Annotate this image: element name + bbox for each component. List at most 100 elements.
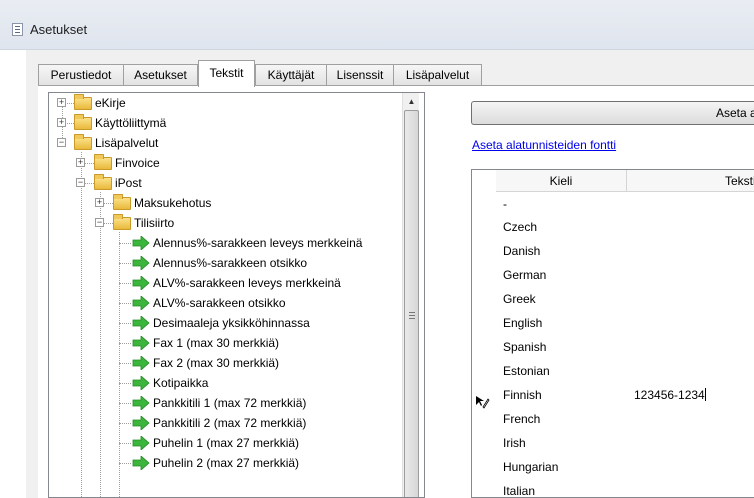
tree-node-label: Maksukehotus [134,196,212,210]
tree-node-ekirje[interactable]: + eKirje [49,93,399,113]
tab-lisenssit[interactable]: Lisenssit [326,64,394,86]
tab-kayttajat[interactable]: Käyttäjät [255,64,327,86]
grip-line [409,312,415,313]
tree-node-label: Tilisiirto [134,216,175,230]
minus-box-icon[interactable]: − [95,218,104,227]
tree-item[interactable]: Pankkitili 2 (max 72 merkkiä) [49,413,402,433]
tab-perustiedot[interactable]: Perustiedot [38,64,124,86]
grid-cell-language[interactable]: Danish [503,240,540,263]
column-header-teksti[interactable]: Teksti [627,170,754,192]
tree-node-tilisiirto[interactable]: − Tilisiirto [49,213,399,233]
tree-node-kayttoliittyma[interactable]: + Käyttöliittymä [49,113,399,133]
grid-cell-language[interactable]: Finnish [503,384,542,407]
pencil-icon [476,396,490,409]
settings-tree[interactable]: + eKirje + Käyttöliittymä − Lisäpalvelut… [48,92,425,498]
grid-cell-language[interactable]: Estonian [503,360,550,383]
tree-connector [119,283,131,284]
green-arrow-icon [132,236,150,250]
scroll-thumb[interactable] [404,110,419,497]
tree-node-label: Finvoice [115,156,160,170]
title-bar: Asetukset [0,0,754,50]
tree-item[interactable]: Puhelin 2 (max 27 merkkiä) [49,453,402,473]
grid-cell-language[interactable]: Italian [503,480,535,497]
tree-connector [119,243,131,244]
tree-node-ipost[interactable]: − iPost [49,173,399,193]
green-arrow-icon [132,336,150,350]
tree-item[interactable]: Pankkitili 1 (max 72 merkkiä) [49,393,402,413]
tree-item[interactable]: Alennus%-sarakkeen otsikko [49,253,402,273]
tree-node-finvoice[interactable]: + Finvoice [49,153,399,173]
tree-item[interactable]: Fax 1 (max 30 merkkiä) [49,333,402,353]
tree-vertical-scrollbar[interactable]: ▲ [402,93,420,497]
grid-cell-language[interactable]: Czech [503,216,537,239]
scroll-up-arrow-icon[interactable]: ▲ [403,93,420,110]
tree-item[interactable]: Kotipaikka [49,373,402,393]
green-arrow-icon [132,376,150,390]
text-caret [704,388,706,401]
plus-box-icon[interactable]: + [57,98,66,107]
set-footers-label: Aseta alatunnisteet [716,106,754,120]
folder-icon [74,134,92,150]
green-arrow-icon [132,296,150,310]
tree-item[interactable]: ALV%-sarakkeen leveys merkkeinä [49,273,402,293]
tree-item[interactable]: ALV%-sarakkeen otsikko [49,293,402,313]
plus-box-icon[interactable]: + [76,158,85,167]
grid-cell-language[interactable]: Irish [503,432,526,455]
tree-connector [119,363,131,364]
folder-icon [113,214,131,230]
grip-line [409,318,415,319]
plus-box-icon[interactable]: + [57,118,66,127]
grid-cell-language[interactable]: - [503,193,507,216]
green-arrow-icon [132,436,150,450]
tree-item[interactable]: Desimaaleja yksikköhinnassa [49,313,402,333]
tree-item-label: Pankkitili 1 (max 72 merkkiä) [153,396,307,410]
grid-header: Kieli Teksti [472,170,754,192]
tree-item[interactable]: Fax 2 (max 30 merkkiä) [49,353,402,373]
grid-cell-language[interactable]: English [503,312,542,335]
row-header-column [472,170,496,497]
translations-grid[interactable]: Kieli Teksti - Czech Danish German Greek… [471,169,754,498]
green-arrow-icon [132,316,150,330]
folder-icon [74,94,92,110]
tab-lisapalvelut[interactable]: Lisäpalvelut [393,64,482,86]
minus-box-icon[interactable]: − [76,178,85,187]
grid-cell-text-editing[interactable]: 123456-1234 [634,384,706,407]
tree-connector [119,323,131,324]
grid-cell-language[interactable]: French [503,408,540,431]
grip-line [409,315,415,316]
grid-cell-language[interactable]: Greek [503,288,536,311]
folder-icon [74,114,92,130]
tree-item-label: Puhelin 2 (max 27 merkkiä) [153,456,300,470]
tree-item-label: ALV%-sarakkeen otsikko [153,296,286,310]
column-header-kieli[interactable]: Kieli [496,170,627,192]
tree-connector [119,383,131,384]
tree-node-label: Lisäpalvelut [95,136,159,150]
tree-item-label: Puhelin 1 (max 27 merkkiä) [153,436,300,450]
minus-box-icon[interactable]: − [57,138,66,147]
tree-node-label: iPost [115,176,142,190]
tree-connector [119,343,131,344]
tree-node-maksukehotus[interactable]: + Maksukehotus [49,193,399,213]
tree-node-lisapalvelut[interactable]: − Lisäpalvelut [49,133,399,153]
tree-item-label: Alennus%-sarakkeen leveys merkkeinä [153,236,363,250]
green-arrow-icon [132,396,150,410]
dialog-client-area: Perustiedot Asetukset Tekstit Käyttäjät … [26,50,754,498]
tree-item[interactable]: Alennus%-sarakkeen leveys merkkeinä [49,233,402,253]
set-footers-button[interactable]: Aseta alatunnisteet [471,101,754,125]
tree-connector [119,443,131,444]
tree-item-label: Fax 2 (max 30 merkkiä) [153,356,280,370]
tree-item-label: Pankkitili 2 (max 72 merkkiä) [153,416,307,430]
tree-item[interactable]: Puhelin 1 (max 27 merkkiä) [49,433,402,453]
tree-node-label: eKirje [95,96,126,110]
folder-icon [94,154,112,170]
plus-box-icon[interactable]: + [95,198,104,207]
grid-cell-language[interactable]: Spanish [503,336,546,359]
tab-tekstit[interactable]: Tekstit [198,60,255,87]
grid-cell-language[interactable]: Hungarian [503,456,558,479]
footer-font-link[interactable]: Aseta alatunnisteiden fontti [472,138,616,152]
folder-icon [94,174,112,190]
green-arrow-icon [132,416,150,430]
folder-icon [113,194,131,210]
grid-cell-language[interactable]: German [503,264,546,287]
tab-asetukset[interactable]: Asetukset [123,64,198,86]
